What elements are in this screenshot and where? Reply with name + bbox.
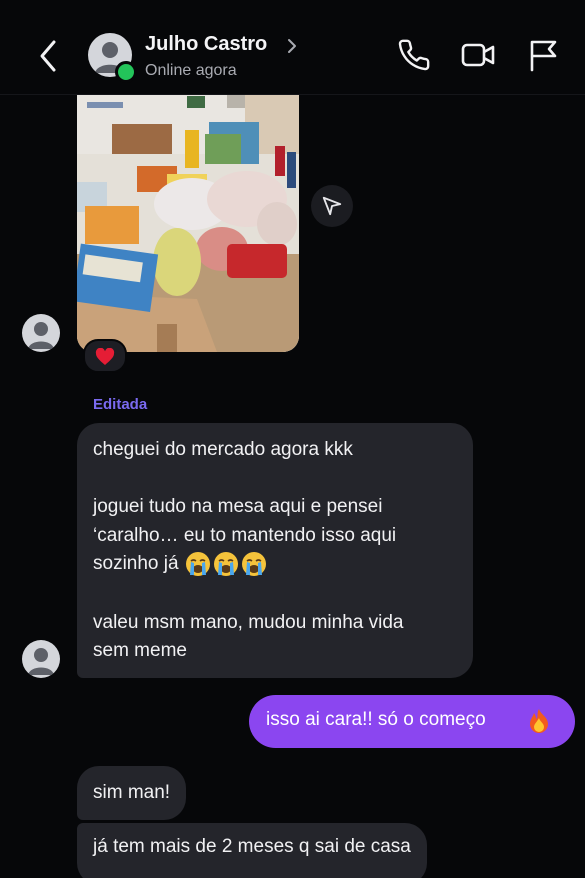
message-text: cheguei do mercado agora kkk (93, 439, 353, 460)
contact-name[interactable]: Julho Castro (145, 33, 267, 56)
shared-photo[interactable] (77, 94, 299, 352)
message-text: valeu msm mano, mudou minha vida (93, 612, 404, 633)
contact-avatar[interactable] (22, 314, 60, 352)
heart-reaction[interactable] (83, 339, 127, 373)
conversation: Editada cheguei do mercado agora kkk jog… (0, 94, 585, 878)
incoming-message[interactable]: já tem mais de 2 meses q sai de casa (77, 823, 427, 878)
back-arrow-icon[interactable] (34, 36, 64, 76)
contact-status: Online agora (145, 62, 237, 79)
share-button[interactable] (311, 185, 353, 227)
message-text: sem meme (93, 640, 187, 661)
video-camera-icon[interactable] (461, 38, 495, 72)
crying-face-emoji (185, 551, 210, 576)
send-share-icon (322, 196, 342, 216)
message-text: isso ai cara!! só o começo (266, 709, 486, 730)
incoming-message[interactable]: cheguei do mercado agora kkk joguei tudo… (77, 423, 473, 678)
fire-emoji (530, 709, 548, 733)
outgoing-message[interactable]: isso ai cara!! só o começo (249, 695, 575, 748)
chat-header: Julho Castro Online agora (0, 0, 585, 95)
message-text: sim man! (93, 782, 171, 803)
online-indicator (115, 61, 137, 83)
chevron-right-icon[interactable] (286, 37, 298, 55)
default-avatar-icon (28, 322, 54, 349)
message-text: sozinho já (93, 550, 268, 578)
crying-face-emoji (241, 551, 266, 576)
groceries-photo (77, 94, 299, 352)
phone-icon[interactable] (397, 38, 431, 72)
edited-label: Editada (93, 396, 148, 413)
contact-avatar[interactable] (22, 640, 60, 678)
flag-icon[interactable] (527, 38, 561, 72)
message-text: ‘caralho… eu to mantendo isso aqui (93, 525, 397, 546)
incoming-message[interactable]: sim man! (77, 766, 187, 820)
heart-reaction-icon (95, 348, 115, 365)
message-text: já tem mais de 2 meses q sai de casa (93, 836, 411, 857)
default-avatar-icon (28, 648, 54, 675)
crying-face-emoji (213, 551, 238, 576)
message-text: joguei tudo na mesa aqui e pensei (93, 496, 383, 517)
